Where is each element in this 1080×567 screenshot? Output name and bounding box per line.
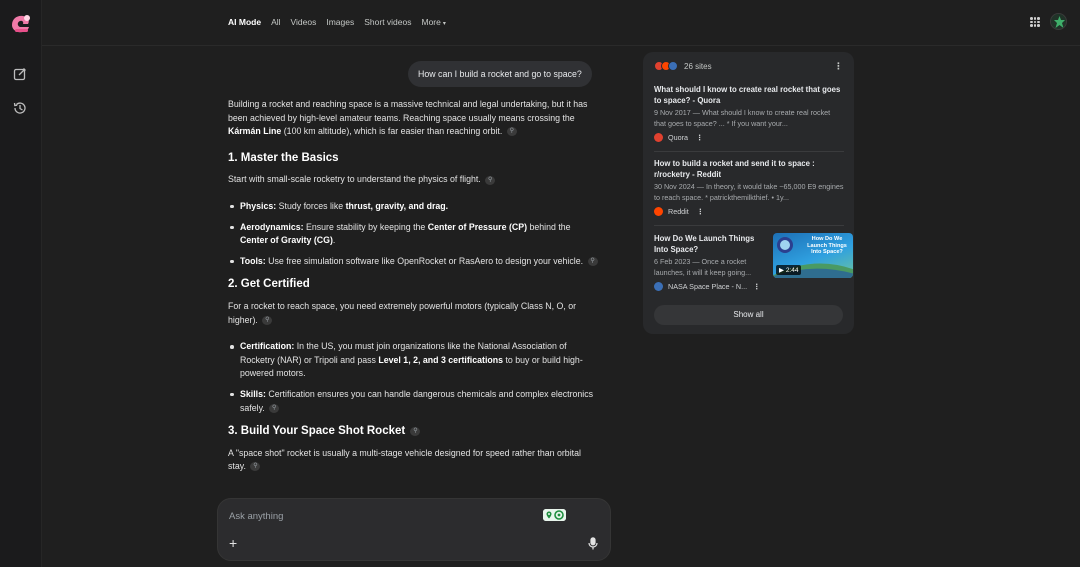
link-icon[interactable]: ⚲ [262,315,273,325]
list-item-label: Certification: [240,341,295,352]
video-duration-value: 2:44 [785,267,799,274]
source-snippet: 30 Nov 2024 — In theory, it would take ~… [654,182,844,202]
section-1-text: Start with small-scale rocketry to under… [228,173,600,187]
list-item-text: Certification ensures you can handle dan… [240,388,594,413]
link-icon[interactable]: ⚲ [506,127,517,137]
list-item-label: Skills: [240,388,266,399]
list-item-label: Physics: [240,200,277,211]
link-icon[interactable]: ⚲ [485,175,496,185]
section-heading-2: 2. Get Certified [228,278,310,291]
apps-grid-icon[interactable] [1030,17,1040,27]
source-card[interactable]: What should I know to create real rocket… [654,84,844,152]
tab-videos[interactable]: Videos [291,17,317,27]
app-logo-icon[interactable] [9,12,33,34]
lens-icon[interactable] [543,509,566,521]
list-item-bold: Center of Gravity (CG) [240,235,333,246]
list-item-bold: Level 1, 2, and 3 certifications [378,354,504,365]
tab-more-label: More [421,17,441,27]
section-heading-3-text: 3. Build Your Space Shot Rocket [228,425,406,438]
ask-input-box[interactable]: Ask anything + [217,498,611,561]
video-duration: ▶ 2:44 [776,265,802,275]
left-rail [0,0,42,567]
intro-bold-karman: Kármán Line [228,126,282,137]
section-2-text-body: For a rocket to reach space, you need ex… [228,300,577,325]
sources-panel: 26 sites ⋮ What should I know to create … [643,52,854,334]
more-options-icon[interactable]: ⋮ [753,282,760,291]
intro-text-1: Building a rocket and reaching space is … [228,99,588,123]
new-chat-icon[interactable] [12,66,28,82]
section-heading-3: 3. Build Your Space Shot Rocket ⚲ [228,425,600,439]
section-2-list: Certification: In the US, you must join … [228,340,600,415]
tab-short-videos[interactable]: Short videos [364,17,411,27]
section-3-text-body: A "space shot" rocket is usually a multi… [228,447,581,472]
more-options-icon[interactable]: ⋮ [697,207,704,216]
source-title[interactable]: How to build a rocket and send it to spa… [654,158,844,180]
source-site: Quora ⋮ [654,133,844,143]
section-1-list: Physics: Study forces like thrust, gravi… [228,200,600,268]
intro-text-2: (100 km altitude), which is far easier t… [281,126,503,137]
show-all-button[interactable]: Show all [654,305,843,325]
source-card[interactable]: How to build a rocket and send it to spa… [654,158,844,226]
quora-favicon-icon [654,133,663,143]
link-icon[interactable]: ⚲ [250,462,261,472]
top-header: AI Mode All Videos Images Short videos M… [42,0,1080,46]
tab-all[interactable]: All [271,17,280,27]
list-item-text: Use free simulation software like OpenRo… [265,255,584,266]
more-options-icon[interactable]: ⋮ [834,61,843,72]
list-item-bold: Center of Pressure (CP) [427,221,528,232]
sources-count: 26 sites [684,61,712,71]
list-item-label: Aerodynamics: [240,221,304,232]
tab-images[interactable]: Images [326,17,354,27]
list-item-bold: thrust, gravity, and drag. [345,200,449,211]
avatar[interactable] [1050,13,1067,30]
tab-ai-mode[interactable]: AI Mode [228,17,261,27]
nasa-favicon-icon [654,282,663,292]
answer-intro: Building a rocket and reaching space is … [228,98,600,139]
source-text-col: How Do We Launch Things Into Space? 6 Fe… [654,233,766,278]
add-attachment-button[interactable]: + [229,535,237,551]
source-site-name: NASA Space Place - N... [668,282,748,292]
list-item: Skills: Certification ensures you can ha… [228,388,600,415]
list-item: Tools: Use free simulation software like… [228,255,600,269]
source-site: Reddit ⋮ [654,207,844,217]
section-2-text: For a rocket to reach space, you need ex… [228,300,600,327]
source-title[interactable]: How Do We Launch Things Into Space? [654,233,766,255]
ask-input-placeholder[interactable]: Ask anything [229,511,283,522]
list-item: Aerodynamics: Ensure stability by keepin… [228,221,600,248]
microphone-icon[interactable] [588,537,598,550]
thumbnail-title: How Do We Launch Things Into Space? [807,236,847,256]
list-item: Physics: Study forces like thrust, gravi… [228,200,600,214]
source-card[interactable]: How Do We Launch Things Into Space? 6 Fe… [654,233,853,295]
tab-more[interactable]: More ▾ [421,17,445,27]
link-icon[interactable]: ⚲ [410,426,421,436]
ai-answer: Building a rocket and reaching space is … [228,98,600,487]
source-snippet: 6 Feb 2023 — Once a rocket launches, it … [654,257,752,277]
reddit-favicon-icon [654,207,663,217]
list-item-label: Tools: [240,255,266,266]
section-1-text-body: Start with small-scale rocketry to under… [228,174,481,185]
source-site: NASA Space Place - N... ⋮ [654,282,844,292]
sources-header[interactable]: 26 sites [654,61,712,71]
user-query-bubble: How can I build a rocket and go to space… [408,61,592,87]
chevron-down-icon: ▾ [442,21,446,27]
search-tabs: AI Mode All Videos Images Short videos M… [228,17,456,27]
source-site-name: Reddit [668,207,689,217]
source-title[interactable]: What should I know to create real rocket… [654,84,844,106]
history-icon[interactable] [12,100,28,116]
list-item-text: Study forces like [276,200,346,211]
source-snippet: 9 Nov 2017 — What should I know to creat… [654,108,831,128]
link-icon[interactable]: ⚲ [269,403,280,413]
source-site-name: Quora [668,133,688,143]
section-heading-1: 1. Master the Basics [228,151,339,164]
list-item-text: behind the [527,221,571,232]
list-item: Certification: In the US, you must join … [228,340,600,381]
list-item-text: . [332,235,336,246]
video-thumbnail[interactable]: How Do We Launch Things Into Space? ▶ 2:… [773,233,853,278]
list-item-text: Ensure stability by keeping the [303,221,428,232]
section-3-text: A "space shot" rocket is usually a multi… [228,447,600,474]
more-options-icon[interactable]: ⋮ [696,133,703,142]
link-icon[interactable]: ⚲ [587,256,598,266]
nasa-favicon-icon [668,61,678,71]
